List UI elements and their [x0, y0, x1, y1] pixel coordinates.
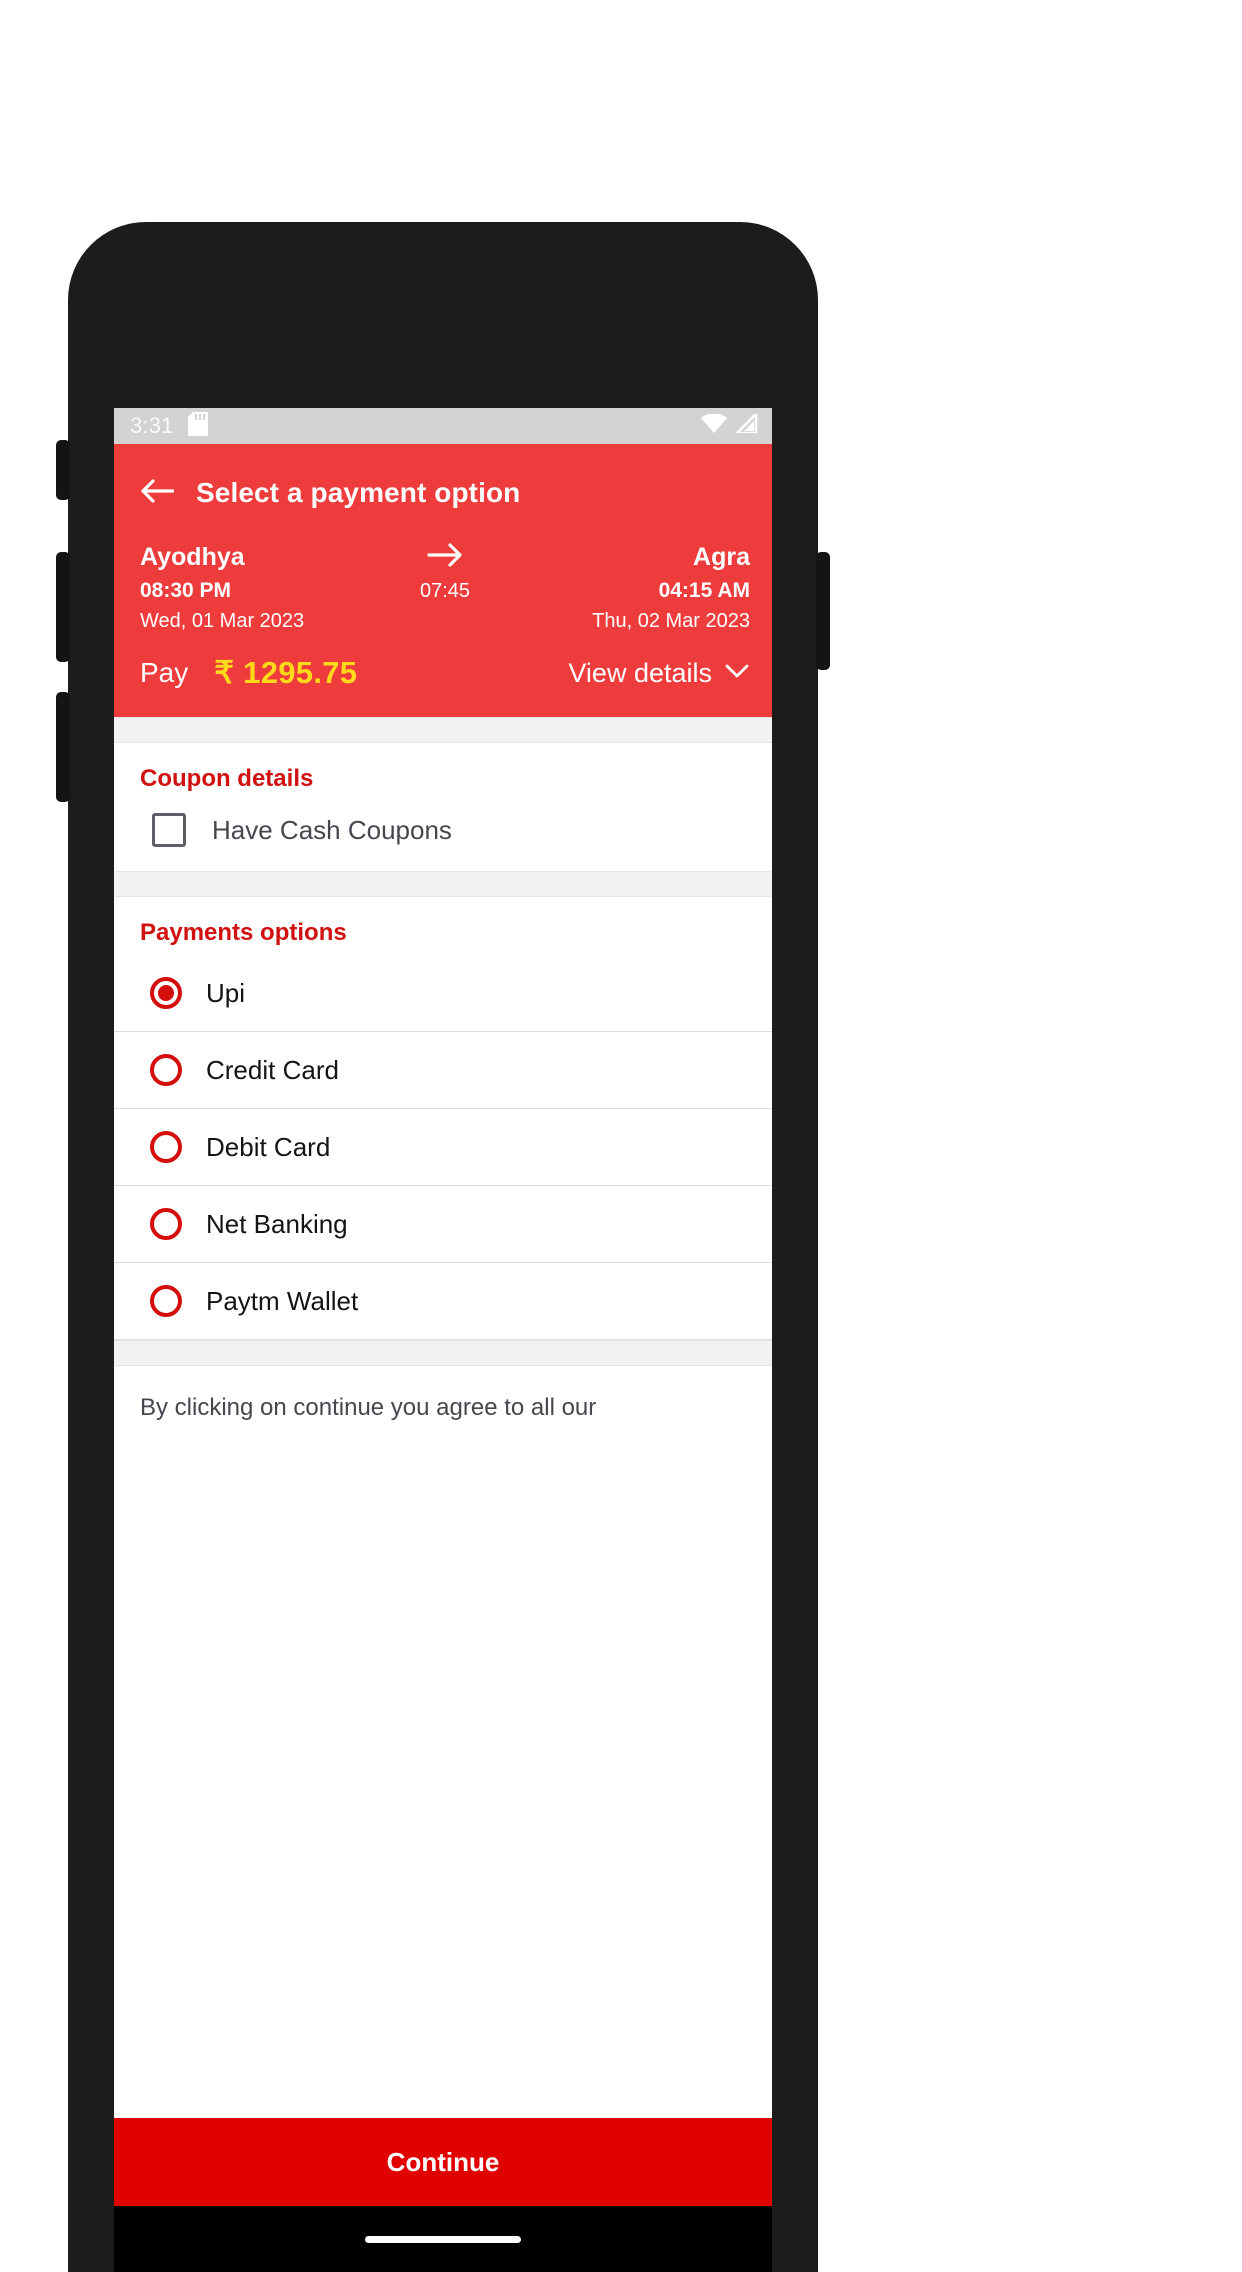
terms-section: By clicking on continue you agree to all… — [114, 1366, 772, 2118]
journey-summary: Ayodhya Agra 08:30 PM 07:45 04:15 AM Wed… — [114, 522, 772, 633]
destination-city: Agra — [693, 543, 750, 571]
home-indicator[interactable] — [365, 2235, 521, 2243]
journey-cities-row: Ayodhya Agra — [140, 542, 750, 573]
radio-paytm-wallet[interactable] — [150, 1285, 182, 1317]
continue-button-label: Continue — [386, 2146, 500, 2177]
arrival-time: 04:15 AM — [658, 579, 750, 602]
pay-row: Pay ₹ 1295.75 View details — [114, 633, 772, 717]
origin-city: Ayodhya — [140, 543, 245, 571]
arrow-left-icon[interactable] — [140, 478, 175, 509]
payment-option-paytm-wallet[interactable]: Paytm Wallet — [114, 1263, 772, 1340]
phone-power-button[interactable] — [816, 552, 830, 670]
status-bar: 3:31 — [114, 408, 772, 444]
departure-time: 08:30 PM — [140, 579, 232, 602]
section-divider-band-3 — [114, 1340, 772, 1366]
app-bar: Select a payment option Ayodhya Agra 08:… — [114, 444, 772, 717]
journey-duration: 07:45 — [419, 579, 471, 602]
radio-credit-card[interactable] — [150, 1054, 182, 1086]
payment-option-label: Debit Card — [206, 1131, 331, 1162]
pay-amount: ₹ 1295.75 — [214, 655, 358, 690]
have-cash-coupons-row[interactable]: Have Cash Coupons — [114, 793, 772, 871]
view-details-label: View details — [568, 657, 712, 688]
phone-volume-up-button[interactable] — [56, 552, 70, 662]
have-cash-coupons-label: Have Cash Coupons — [212, 814, 452, 845]
view-details-button[interactable]: View details — [568, 658, 750, 689]
pay-label: Pay — [140, 657, 189, 688]
system-navigation-bar — [114, 2206, 772, 2272]
payment-options-list: Upi Credit Card Debit Card Net Banking P… — [114, 947, 772, 1340]
payment-option-label: Paytm Wallet — [206, 1285, 359, 1316]
continue-button[interactable]: Continue — [114, 2118, 772, 2206]
payment-option-label: Credit Card — [206, 1054, 339, 1085]
arrival-date: Thu, 02 Mar 2023 — [592, 610, 750, 632]
have-cash-coupons-checkbox[interactable] — [152, 813, 186, 847]
status-bar-clock: 3:31 — [130, 413, 174, 438]
wifi-icon — [701, 413, 727, 438]
phone-volume-down-button[interactable] — [56, 692, 70, 802]
journey-dates-row: Wed, 01 Mar 2023 Thu, 02 Mar 2023 — [140, 610, 750, 633]
departure-date: Wed, 01 Mar 2023 — [140, 610, 305, 632]
payments-section: Payments options Upi Credit Card Debit C… — [114, 897, 772, 1340]
payment-option-net-banking[interactable]: Net Banking — [114, 1186, 772, 1263]
terms-text: By clicking on continue you agree to all… — [140, 1394, 597, 1421]
app-bar-title-row: Select a payment option — [114, 464, 772, 522]
section-divider-band-2 — [114, 871, 772, 897]
section-divider-band — [114, 717, 772, 743]
sd-card-icon — [187, 411, 208, 441]
payment-option-label: Net Banking — [206, 1208, 348, 1239]
chevron-down-icon — [724, 663, 750, 684]
screen-body: Coupon details Have Cash Coupons Payment… — [114, 717, 772, 2272]
payment-option-credit-card[interactable]: Credit Card — [114, 1032, 772, 1109]
payment-option-debit-card[interactable]: Debit Card — [114, 1109, 772, 1186]
payment-option-label: Upi — [206, 977, 246, 1008]
journey-times-row: 08:30 PM 07:45 04:15 AM — [140, 579, 750, 603]
phone-side-button-top[interactable] — [56, 440, 70, 500]
phone-mockup: 3:31 Select a payment option Ayodhya Agr… — [56, 222, 830, 2272]
page-title: Select a payment option — [196, 477, 521, 508]
status-bar-icons — [701, 410, 758, 438]
signal-icon — [733, 410, 758, 438]
coupon-section-title: Coupon details — [140, 765, 314, 792]
coupon-section: Coupon details Have Cash Coupons — [114, 743, 772, 871]
radio-debit-card[interactable] — [150, 1131, 182, 1163]
radio-upi[interactable] — [150, 977, 182, 1009]
payments-section-title: Payments options — [140, 919, 347, 946]
radio-net-banking[interactable] — [150, 1208, 182, 1240]
arrow-right-icon — [427, 542, 463, 573]
payment-option-upi[interactable]: Upi — [114, 955, 772, 1032]
phone-screen: 3:31 Select a payment option Ayodhya Agr… — [114, 408, 772, 2272]
